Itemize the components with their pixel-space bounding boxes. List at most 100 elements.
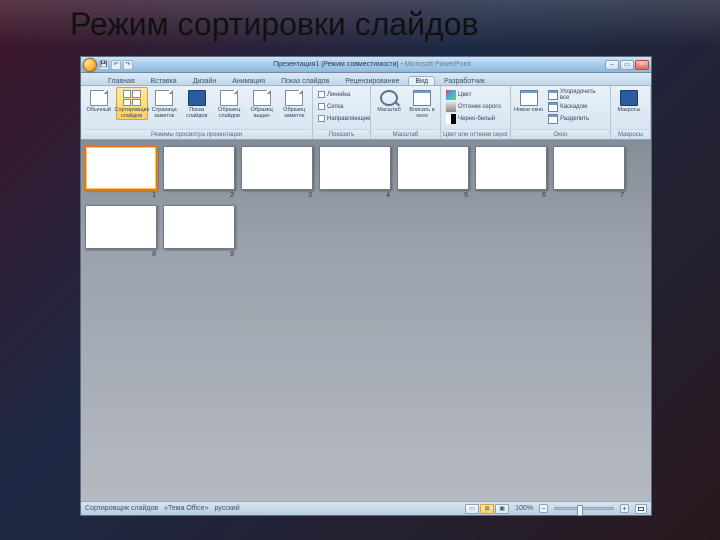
arrange-all-button[interactable]: Упорядочить все [545, 89, 608, 100]
view-sorter-button[interactable]: Сортировщик слайдов [116, 87, 148, 120]
slide-thumb-image [163, 146, 235, 190]
color-label: Цвет [458, 92, 471, 98]
guides-checkbox[interactable]: Направляющие [315, 113, 374, 124]
zoom-button[interactable]: Масштаб [373, 87, 405, 114]
slide-thumb-image [475, 146, 547, 190]
tab-view[interactable]: Вид [408, 76, 435, 85]
group-presentation-views: Обычный Сортировщик слайдов Страница зам… [81, 86, 313, 139]
group-window-label: Окно [513, 129, 608, 139]
tab-insert[interactable]: Вставка [144, 76, 184, 85]
compat-mode: [Режим совместимости] [321, 61, 398, 68]
office-button[interactable] [83, 58, 97, 72]
view-notes-button[interactable]: Страница заметок [149, 87, 181, 120]
status-theme-name: Тема Office [168, 505, 205, 512]
group-macros: Макросы Макросы [611, 86, 651, 139]
slide-thumbnail[interactable]: 7 [553, 146, 625, 199]
save-button[interactable]: 💾 [99, 60, 109, 70]
slide-number: 6 [542, 192, 547, 199]
color-icon [446, 90, 456, 100]
slide-thumb-image [553, 146, 625, 190]
view-show-label: Показ слайдов [182, 107, 212, 119]
slide-thumbnail[interactable]: 6 [475, 146, 547, 199]
view-show-button[interactable]: Показ слайдов [181, 87, 213, 120]
macros-button[interactable]: Макросы [613, 87, 645, 114]
status-sorter-view-button[interactable]: ⊞ [480, 504, 494, 514]
status-view-mode: Сортировщик слайдов [85, 505, 158, 512]
slide-thumbnail[interactable]: 2 [163, 146, 235, 199]
status-normal-view-button[interactable]: ▭ [465, 504, 479, 514]
zoom-fit-button[interactable] [635, 504, 647, 514]
slide-thumbnail[interactable]: 5 [397, 146, 469, 199]
checkbox-icon [318, 103, 325, 110]
status-language[interactable]: русский [214, 505, 239, 512]
maximize-button[interactable]: ▭ [620, 60, 634, 70]
window-controls: – ▭ × [605, 60, 649, 70]
titlebar: 💾 ↶ ↷ Презентация1 [Режим совместимости]… [81, 57, 651, 73]
slide-number: 4 [386, 192, 391, 199]
cascade-icon [548, 102, 558, 112]
tab-design[interactable]: Дизайн [186, 76, 224, 85]
fit-window-label: Вписать в окно [407, 107, 437, 119]
doc-name: Презентация1 [273, 61, 319, 68]
group-views-label: Режимы просмотра презентации [83, 129, 310, 139]
screen-icon [188, 90, 206, 106]
slide-sorter-workspace[interactable]: 123456789 [81, 140, 651, 501]
status-slideshow-button[interactable]: ▣ [495, 504, 509, 514]
master-handout-button[interactable]: Образец выдач [246, 87, 278, 120]
grayscale-mode-button[interactable]: Оттенки серого [443, 101, 504, 112]
group-show-hide: Линейка Сетка Направляющие Показать [313, 86, 371, 139]
tab-animation[interactable]: Анимация [225, 76, 272, 85]
master-slide-button[interactable]: Образец слайдов [214, 87, 246, 120]
cascade-button[interactable]: Каскадом [545, 101, 608, 112]
tab-home[interactable]: Главная [101, 76, 142, 85]
grayscale-icon [446, 102, 456, 112]
bw-mode-button[interactable]: Черно-белый [443, 113, 504, 124]
group-zoom: Масштаб Вписать в окно Масштаб [371, 86, 441, 139]
group-show-label: Показать [315, 129, 368, 139]
ribbon-tabs: Главная Вставка Дизайн Анимация Показ сл… [81, 73, 651, 86]
cascade-label: Каскадом [560, 104, 587, 110]
slide-thumbnail[interactable]: 9 [163, 205, 235, 258]
slide-thumbnail[interactable]: 3 [241, 146, 313, 199]
ruler-checkbox[interactable]: Линейка [315, 89, 374, 100]
group-color-label: Цвет или оттенки серого [443, 129, 508, 139]
new-window-button[interactable]: Новое окно [513, 87, 544, 114]
zoom-out-button[interactable]: − [539, 504, 548, 513]
slide-thumbnail[interactable]: 1 [85, 146, 157, 199]
checkbox-icon [318, 91, 325, 98]
split-label: Разделить [560, 116, 589, 122]
tab-review[interactable]: Рецензирование [338, 76, 406, 85]
gridlines-checkbox[interactable]: Сетка [315, 101, 374, 112]
master-slide-label: Образец слайдов [215, 107, 245, 119]
minimize-button[interactable]: – [605, 60, 619, 70]
undo-button[interactable]: ↶ [111, 60, 121, 70]
split-icon [548, 114, 558, 124]
macros-label: Макросы [618, 107, 641, 113]
slide-thumbnail[interactable]: 4 [319, 146, 391, 199]
slide-number: 5 [464, 192, 469, 199]
master-handout-label: Образец выдач [247, 107, 277, 119]
powerpoint-window: 💾 ↶ ↷ Презентация1 [Режим совместимости]… [80, 56, 652, 516]
arrange-label: Упорядочить все [560, 89, 605, 101]
close-button[interactable]: × [635, 60, 649, 70]
group-macros-label: Макросы [613, 129, 648, 139]
slide-heading: Режим сортировки слайдов [0, 0, 720, 47]
color-mode-button[interactable]: Цвет [443, 89, 504, 100]
zoom-slider[interactable] [554, 507, 614, 510]
split-button[interactable]: Разделить [545, 113, 608, 124]
ruler-label: Линейка [327, 92, 350, 98]
status-zoom-value[interactable]: 100% [515, 505, 533, 512]
redo-button[interactable]: ↷ [123, 60, 133, 70]
master-notes-button[interactable]: Образец заметок [279, 87, 311, 120]
status-bar: Сортировщик слайдов «Тема Office» русски… [81, 501, 651, 515]
new-window-label: Новое окно [514, 107, 543, 113]
arrange-icon [548, 90, 558, 100]
tab-developer[interactable]: Разработчик [437, 76, 492, 85]
tab-slideshow[interactable]: Показ слайдов [274, 76, 336, 85]
zoom-in-button[interactable]: + [620, 504, 629, 513]
fit-window-button[interactable]: Вписать в окно [406, 87, 438, 120]
slide-thumbnail[interactable]: 8 [85, 205, 157, 258]
view-normal-button[interactable]: Обычный [83, 87, 115, 114]
view-normal-label: Обычный [87, 107, 111, 113]
master-notes-icon [285, 90, 303, 106]
